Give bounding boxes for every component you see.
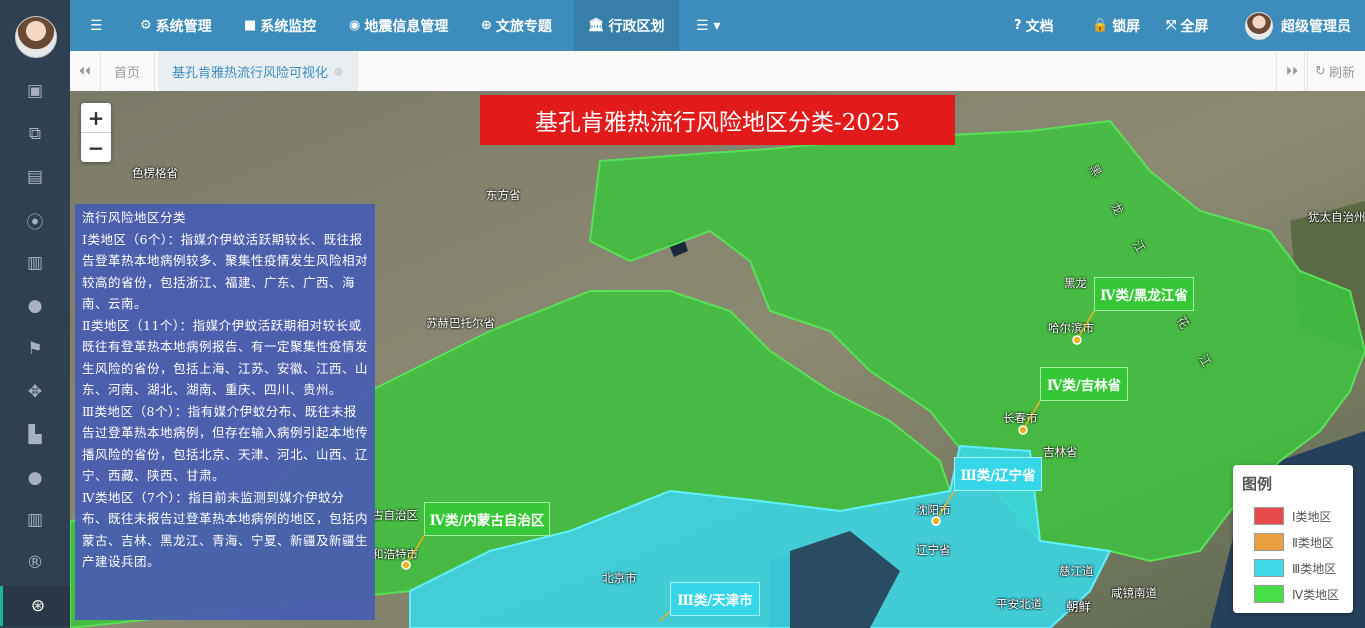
legend-item-class-4[interactable]: Ⅳ类地区: [1254, 583, 1339, 605]
nav-lock[interactable]: 🔒 锁屏: [1092, 0, 1140, 51]
tab-current[interactable]: 基孔肯雅热流行风险可视化 ⊗: [158, 51, 359, 91]
tab-label: 基孔肯雅热流行风险可视化: [172, 65, 329, 81]
region-label-heilongjiang[interactable]: Ⅳ类/黑龙江省: [1094, 277, 1194, 311]
top-navbar: ☰ ⚙ 系统管理 ■ 系统监控 ◉ 地震信息管理 ⊕ 文旅专题 🏛 行政区划 ☰ ▾ ? 文…: [70, 0, 1365, 51]
bank-icon: 🏛: [588, 18, 605, 33]
nav-docs[interactable]: ? 文档: [1014, 0, 1054, 51]
user-avatar: [1245, 11, 1273, 40]
dashboard-icon[interactable]: ▣: [0, 71, 70, 111]
tab-scroll-left-icon[interactable]: ⏴⏴: [70, 51, 101, 91]
class-2-description: Ⅱ类地区（11个）：指媒介伊蚊活跃期相对较长或既往有登革热本地病例报告、有一定聚…: [82, 317, 369, 398]
user-name: 超级管理员: [1281, 18, 1351, 35]
globe-icon[interactable]: ●: [0, 458, 70, 498]
tab-bar: ⏴⏴ 首页 基孔肯雅热流行风险可视化 ⊗ ⏵⏵ ↻ 刷新: [70, 51, 1365, 92]
risk-classification-panel: 流行风险地区分类 Ⅰ类地区（6个）：指媒介伊蚊活跃期较长、既往报告登革热本地病例…: [75, 204, 375, 620]
map-icon[interactable]: ▤: [0, 157, 70, 197]
close-tab-icon[interactable]: ⊗: [334, 65, 343, 78]
question-circle-icon: ?: [1014, 18, 1022, 33]
bar-chart-icon[interactable]: ▥: [0, 243, 70, 283]
nav-label: 系统管理: [155, 18, 212, 35]
legend-swatch: [1254, 585, 1284, 603]
layers-icon[interactable]: ⧉: [0, 114, 70, 154]
nav-system-monitor[interactable]: ■ 系统监控: [244, 0, 316, 51]
legend-label: Ⅰ类地区: [1292, 509, 1332, 524]
tab-home[interactable]: 首页: [100, 51, 156, 91]
nav-label: 全屏: [1180, 18, 1209, 35]
nav-system-manage[interactable]: ⚙ 系统管理: [140, 0, 212, 51]
legend-item-class-3[interactable]: Ⅲ类地区: [1254, 557, 1336, 579]
map-legend: 图例 Ⅰ类地区 Ⅱ类地区 Ⅲ类地区 Ⅳ类地区: [1233, 465, 1353, 613]
region-label-neimenggu[interactable]: Ⅳ类/内蒙古自治区: [424, 502, 550, 536]
flag-icon[interactable]: ⚑: [0, 329, 70, 369]
region-label-tianjin[interactable]: Ⅲ类/天津市: [670, 582, 760, 616]
sidebar: ▣ ⧉ ▤ ⦿ ▥ ● ⚑ ✥ ▙ ● ▥ ® ⊛: [0, 0, 73, 628]
legend-item-class-1[interactable]: Ⅰ类地区: [1254, 505, 1332, 527]
nav-label: 地震信息管理: [364, 18, 449, 35]
move-icon[interactable]: ✥: [0, 372, 70, 412]
legend-swatch: [1254, 507, 1284, 525]
expand-icon: ⤧: [1166, 18, 1177, 33]
nav-more-dropdown[interactable]: ☰ ▾: [696, 0, 720, 51]
nav-fullscreen[interactable]: ⤧ 全屏: [1166, 0, 1208, 51]
region-label-jilin[interactable]: Ⅳ类/吉林省: [1040, 367, 1128, 401]
legend-label: Ⅲ类地区: [1292, 561, 1337, 576]
legend-item-class-2[interactable]: Ⅱ类地区: [1254, 531, 1334, 553]
nav-earthquake[interactable]: ◉ 地震信息管理: [349, 0, 448, 51]
region-label-liaoning[interactable]: Ⅲ类/辽宁省: [954, 457, 1042, 491]
menu-toggle-icon[interactable]: ☰: [90, 0, 103, 51]
panel-title: 流行风险地区分类: [82, 210, 187, 225]
class-3-description: Ⅲ类地区（8个）：指有媒介伊蚊分布、既往未报告过登革热本地病例，但存在输入病例引…: [82, 403, 369, 484]
map-marker-icon[interactable]: ⦿: [0, 200, 70, 240]
class-1-description: Ⅰ类地区（6个）：指媒介伊蚊活跃期较长、既往报告登革热本地病例较多、聚集性疫情发…: [82, 231, 369, 312]
nav-label: 行政区划: [608, 18, 665, 35]
legend-swatch: [1254, 559, 1284, 577]
user-avatar[interactable]: [15, 16, 57, 58]
refresh-label: 刷新: [1328, 65, 1355, 81]
video-camera-icon: ■: [244, 18, 257, 33]
nav-label: 锁屏: [1112, 18, 1141, 35]
legend-label: Ⅳ类地区: [1292, 587, 1340, 602]
refresh-button[interactable]: ↻ 刷新: [1304, 51, 1365, 91]
life-ring-icon: ⊕: [481, 18, 492, 33]
user-menu[interactable]: 超级管理员: [1245, 0, 1351, 51]
refresh-icon: ↻: [1315, 63, 1326, 79]
globe-icon[interactable]: ●: [0, 286, 70, 326]
registered-icon[interactable]: ®: [0, 543, 70, 583]
nav-label: 文档: [1025, 18, 1054, 35]
legend-label: Ⅱ类地区: [1292, 535, 1334, 550]
life-ring-icon[interactable]: ⊛: [0, 586, 73, 626]
lock-icon: 🔒: [1092, 18, 1109, 33]
bar-chart-icon[interactable]: ▥: [0, 500, 70, 540]
nav-label: 系统监控: [260, 18, 317, 35]
area-chart-icon[interactable]: ▙: [0, 415, 70, 455]
gear-icon: ⚙: [140, 18, 152, 33]
nav-admin-division[interactable]: 🏛 行政区划: [574, 0, 679, 51]
map-marker-icon: ◉: [349, 18, 361, 33]
class-4-description: Ⅳ类地区（7个）：指目前未监测到媒介伊蚊分布、既往未报告过登革热本地病例的地区，…: [82, 489, 369, 570]
map-view[interactable]: + − 基孔肯雅热流行风险地区分类-2025 色楞格省 东方省 苏赫巴托尔省 黑…: [70, 91, 1365, 628]
legend-title: 图例: [1242, 475, 1273, 493]
nav-culture-tourism[interactable]: ⊕ 文旅专题: [481, 0, 552, 51]
nav-label: 文旅专题: [495, 18, 552, 35]
legend-swatch: [1254, 533, 1284, 551]
tab-label: 首页: [114, 65, 141, 81]
